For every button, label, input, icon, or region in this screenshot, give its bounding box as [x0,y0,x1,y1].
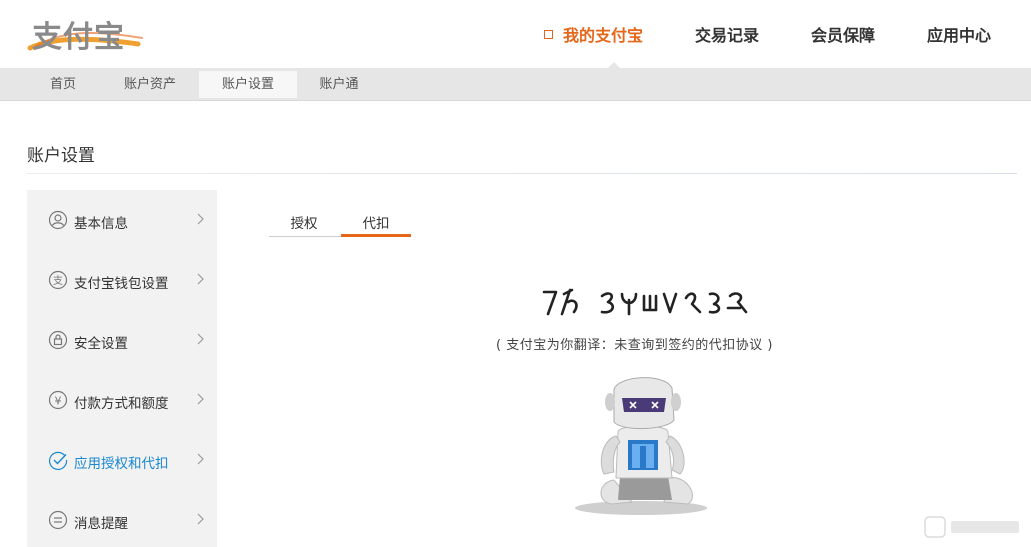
nav-label: 我的支付宝 [562,26,643,45]
sidebar-item-notifications[interactable]: 消息提醒 [27,490,217,547]
message-icon [48,510,68,530]
sidebar-item-label: 基本信息 [74,216,128,232]
alipay-logo[interactable]: 支付宝 [26,8,146,56]
subnav-home[interactable]: 首页 [32,71,94,98]
chevron-right-icon [197,273,204,285]
subnav-assets[interactable]: 账户资产 [112,71,188,98]
nav-label: 会员保障 [810,26,875,45]
page-title: 账户设置 [27,146,95,166]
chevron-right-icon [197,213,204,225]
sidebar-item-label: 安全设置 [74,336,128,352]
nav-member-protection[interactable]: 会员保障 [785,0,901,68]
svg-text:支: 支 [53,275,63,287]
chevron-right-icon [197,513,204,525]
empty-state-message: ( 支付宝为你翻译：未查询到签约的代扣协议 ) [496,338,773,353]
top-header: 支付宝 我的支付宝 交易记录 会员保障 应用中心 [0,0,1031,69]
chevron-right-icon [197,453,204,465]
chevron-right-icon [197,393,204,405]
nav-label: 应用中心 [926,26,991,45]
yen-icon: ¥ [48,390,68,410]
chevron-right-icon [197,333,204,345]
square-icon [543,29,553,39]
nav-transactions[interactable]: 交易记录 [669,0,785,68]
sub-nav: 首页 账户资产 账户设置 账户通 [0,68,1031,101]
sidebar-item-label: 应用授权和代扣 [74,456,169,472]
nav-my-alipay[interactable]: 我的支付宝 [518,0,669,69]
sidebar-item-label: 支付宝钱包设置 [74,276,169,292]
tab-withholding[interactable]: 代扣 [341,212,411,237]
sidebar-item-label: 消息提醒 [74,516,128,532]
wallet-icon: 支 [48,270,68,290]
user-icon [48,210,68,230]
subnav-account-settings[interactable]: 账户设置 [199,71,297,98]
check-circle-icon [48,451,68,470]
logo-text: 支付宝 [32,20,125,55]
subnav-account-pass[interactable]: 账户通 [307,71,371,98]
nav-app-center[interactable]: 应用中心 [901,0,1017,68]
tab-bar: 授权 代扣 [269,212,411,237]
alien-text-glyphs [542,288,748,316]
sidebar: 基本信息 支 支付宝钱包设置 安全设置 ¥ 付款方式和额度 应用授权和代扣 消息… [27,190,217,547]
sidebar-item-label: 付款方式和额度 [74,396,169,412]
divider [27,173,1017,174]
svg-text:¥: ¥ [55,395,62,408]
sidebar-item-app-authorization[interactable]: 应用授权和代扣 [27,430,217,490]
robot-illustration [575,377,707,515]
sidebar-item-basic-info[interactable]: 基本信息 [27,190,217,250]
lock-icon [48,330,68,350]
tab-authorization[interactable]: 授权 [269,212,339,236]
sidebar-item-security[interactable]: 安全设置 [27,310,217,370]
main-nav: 我的支付宝 交易记录 会员保障 应用中心 [518,0,1017,69]
sidebar-item-wallet[interactable]: 支 支付宝钱包设置 [27,250,217,310]
sidebar-item-payment-methods[interactable]: ¥ 付款方式和额度 [27,370,217,430]
watermark-logo [924,516,1019,538]
nav-label: 交易记录 [694,26,759,45]
